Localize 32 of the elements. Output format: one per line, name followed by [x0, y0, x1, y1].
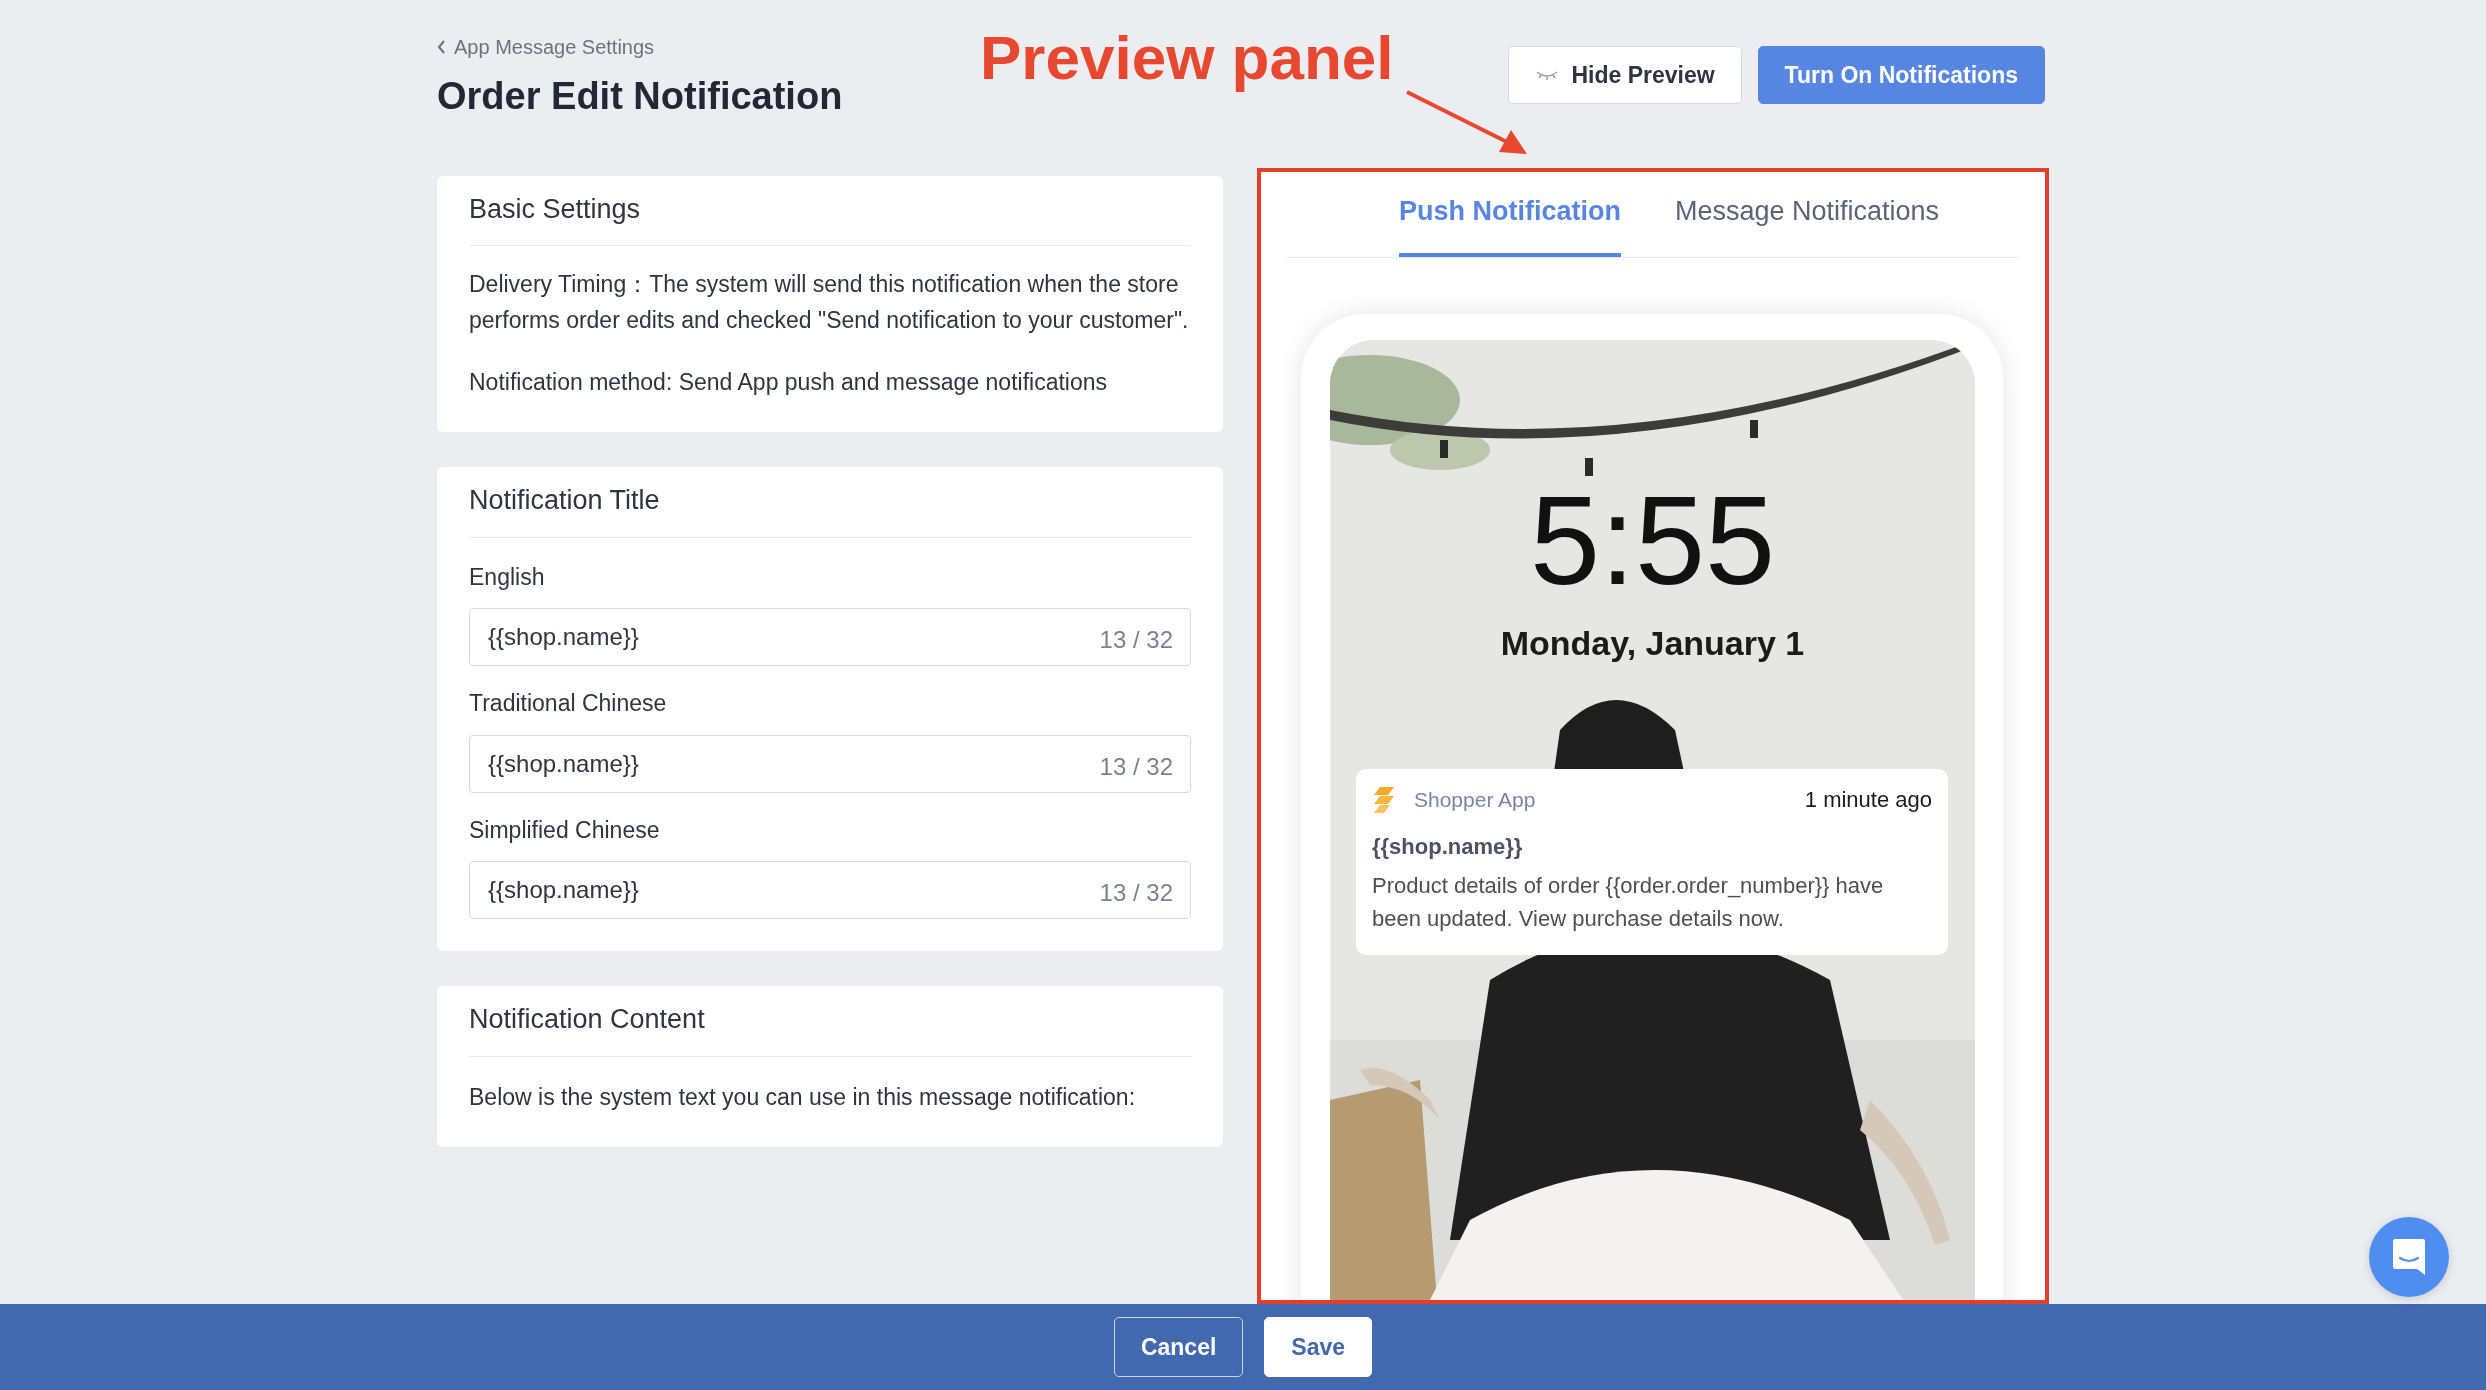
- field-label: English: [469, 562, 546, 592]
- tab[interactable]: Message Notifications: [1674, 190, 1940, 257]
- app-icon: [1372, 786, 1394, 813]
- card-title: Notification Title: [469, 467, 1191, 538]
- save-button[interactable]: Save: [1264, 1317, 1373, 1377]
- description-text: Notification method: Send App push and message notifications: [469, 368, 1108, 398]
- field-label: Traditional Chinese: [469, 689, 668, 719]
- description-text: Delivery Timing：The system will send this notification when the store performs order edits and checked "Send notification to your customer".: [469, 270, 1190, 336]
- title-input-field[interactable]: {{shop.name}} 13 / 32: [469, 734, 1191, 793]
- clock-time: 5:55: [1529, 478, 1776, 604]
- title-input-field[interactable]: {{shop.name}} 13 / 32: [469, 608, 1191, 667]
- notification-body: Product details of order {{order.order_number}} have been updated. View purchase details now.: [1372, 872, 1885, 933]
- closed-eye-icon: [1535, 69, 1560, 81]
- tab[interactable]: Push Notification: [1398, 190, 1621, 257]
- chat-icon: [2391, 1237, 2427, 1277]
- back-link[interactable]: App Message Settings: [437, 32, 655, 62]
- hide-preview-button[interactable]: Hide Preview: [1508, 46, 1742, 104]
- app-name: Shopper App: [1414, 786, 1536, 813]
- annotation-label: Preview panel: [980, 22, 1394, 94]
- notification-time: 1 minute ago: [1804, 786, 1932, 814]
- lock-screen-date: Monday, January 1: [1500, 623, 1805, 664]
- turn-on-button[interactable]: Turn On Notifications: [1757, 46, 2045, 104]
- page-title: Order Edit Notification: [437, 74, 843, 119]
- card-title: Notification Content: [469, 986, 1191, 1057]
- title-input-field[interactable]: {{shop.name}} 13 / 32: [469, 861, 1191, 920]
- field-label: Simplified Chinese: [469, 815, 661, 845]
- description-text: Below is the system text you can use in this message notification:: [469, 1082, 1137, 1112]
- cancel-button[interactable]: Cancel: [1113, 1317, 1244, 1377]
- card-title: Basic Settings: [469, 176, 1191, 247]
- notification-title: {{shop.name}}: [1372, 833, 1524, 861]
- chat-button[interactable]: [2369, 1217, 2449, 1297]
- chevron-left-icon: [437, 40, 446, 54]
